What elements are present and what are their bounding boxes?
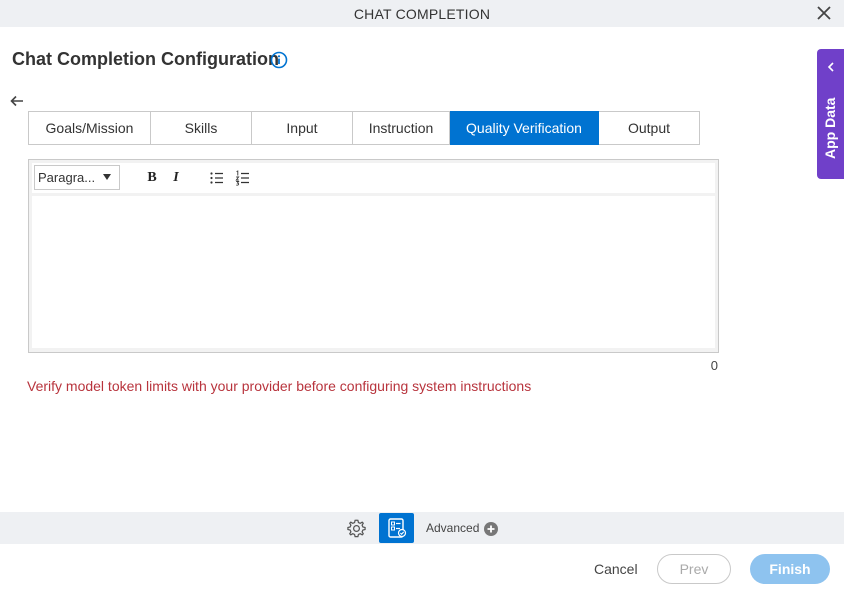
tab-instruction[interactable]: Instruction	[353, 111, 450, 145]
app-data-label: App Data	[822, 97, 838, 159]
italic-button[interactable]: I	[168, 170, 184, 186]
window-title: CHAT COMPLETION	[353, 6, 491, 22]
bold-button[interactable]: B	[144, 170, 160, 186]
tab-goals-mission[interactable]: Goals/Mission	[28, 111, 151, 145]
tab-bar: Goals/Mission Skills Input Instruction Q…	[28, 111, 700, 145]
info-icon[interactable]	[270, 51, 288, 69]
checklist-button[interactable]	[379, 513, 414, 543]
title-bar: CHAT COMPLETION	[0, 0, 844, 27]
checklist-icon	[388, 518, 407, 538]
page-title: Chat Completion Configuration	[12, 49, 279, 69]
editor-text-area[interactable]	[32, 196, 715, 348]
finish-button[interactable]: Finish	[750, 554, 830, 584]
app-data-panel-toggle[interactable]: App Data	[817, 49, 844, 179]
gear-icon[interactable]	[346, 518, 367, 539]
back-arrow-icon[interactable]	[9, 93, 25, 109]
prev-button[interactable]: Prev	[657, 554, 731, 584]
tab-skills[interactable]: Skills	[151, 111, 252, 145]
editor-toolbar: Paragra... B I	[32, 163, 715, 193]
numbered-list-icon[interactable]	[235, 170, 251, 186]
rich-text-editor: Paragra... B I	[28, 159, 719, 353]
cancel-button[interactable]: Cancel	[594, 561, 638, 577]
close-icon[interactable]	[816, 5, 832, 21]
bullet-list-icon[interactable]	[209, 170, 225, 186]
warning-message: Verify model token limits with your prov…	[27, 378, 532, 394]
advanced-label[interactable]: Advanced	[426, 521, 479, 535]
tab-input[interactable]: Input	[252, 111, 353, 145]
tab-quality-verification[interactable]: Quality Verification	[450, 111, 599, 145]
bottom-toolbar	[0, 512, 844, 544]
plus-circle-icon[interactable]	[484, 522, 498, 536]
chevron-down-icon	[103, 174, 111, 180]
character-counter: 0	[710, 358, 718, 373]
chevron-left-icon	[827, 62, 834, 72]
paragraph-format-value: Paragra...	[38, 170, 96, 185]
tab-output[interactable]: Output	[599, 111, 700, 145]
paragraph-format-select[interactable]: Paragra...	[34, 165, 120, 190]
